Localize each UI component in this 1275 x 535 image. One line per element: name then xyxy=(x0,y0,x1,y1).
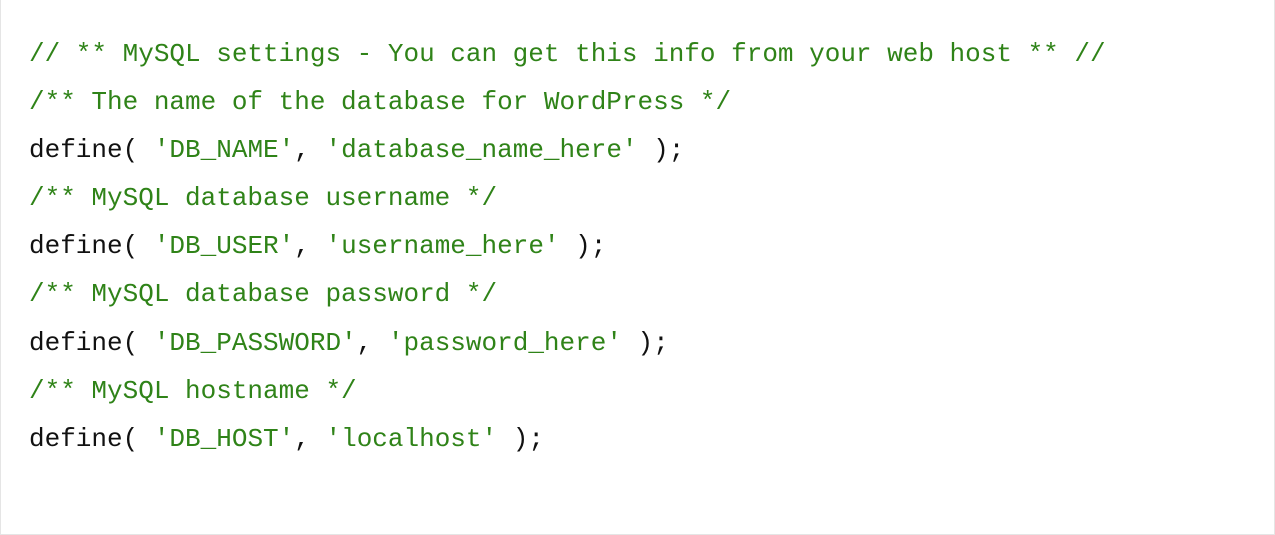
define-pass: define( 'DB_PASSWORD', 'password_here' )… xyxy=(29,319,1246,367)
comment-header: // ** MySQL settings - You can get this … xyxy=(29,30,1246,78)
define-dbname: define( 'DB_NAME', 'database_name_here' … xyxy=(29,126,1246,174)
comment-dbname: /** The name of the database for WordPre… xyxy=(29,78,1246,126)
comment-user: /** MySQL database username */ xyxy=(29,174,1246,222)
define-user: define( 'DB_USER', 'username_here' ); xyxy=(29,222,1246,270)
define-host: define( 'DB_HOST', 'localhost' ); xyxy=(29,415,1246,463)
comment-pass: /** MySQL database password */ xyxy=(29,270,1246,318)
comment-host: /** MySQL hostname */ xyxy=(29,367,1246,415)
code-snippet: // ** MySQL settings - You can get this … xyxy=(0,0,1275,535)
